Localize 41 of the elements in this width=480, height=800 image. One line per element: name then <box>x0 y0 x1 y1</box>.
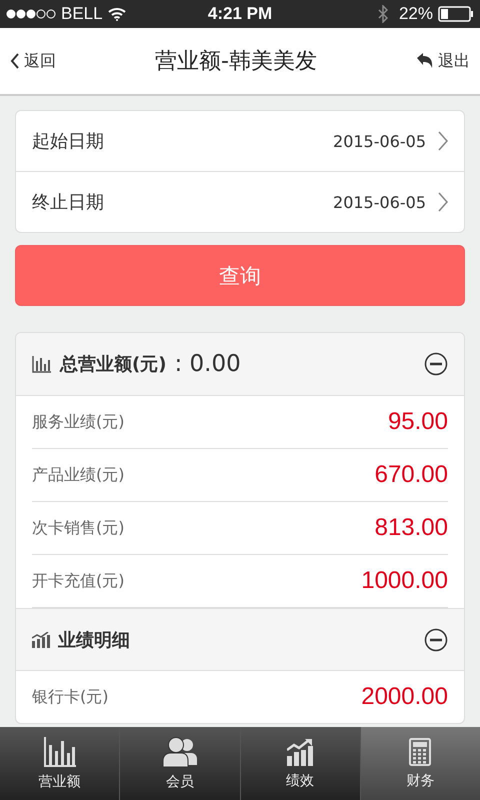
bar-chart-icon <box>32 355 52 373</box>
row-label: 产品业绩(元) <box>32 464 124 486</box>
people-icon <box>162 736 197 766</box>
battery-percent: 22% <box>398 4 433 24</box>
chevron-right-icon <box>438 192 448 212</box>
page-title: 营业额-韩美美发 <box>155 48 317 76</box>
signal-icon <box>6 9 56 19</box>
amount-value: 813.00 <box>374 514 448 542</box>
status-time: 4:21 PM <box>208 4 272 24</box>
undo-arrow-icon <box>416 53 434 69</box>
rising-bars-icon <box>287 738 314 766</box>
wifi-icon <box>108 7 126 21</box>
amount-value: 95.00 <box>388 408 448 436</box>
back-button[interactable]: 返回 <box>10 46 56 76</box>
row-label: 服务业绩(元) <box>32 412 124 432</box>
section-title: 总营业额(元) <box>60 353 166 376</box>
row-label: 开卡充值(元) <box>32 570 124 592</box>
bar-chart-icon <box>44 736 76 766</box>
date-picker-row[interactable]: 终止日期 2015-06-05 <box>16 171 464 232</box>
section-total: : 0.00 <box>174 351 241 377</box>
chevron-left-icon <box>10 52 20 70</box>
chevron-right-icon <box>438 131 448 151</box>
bluetooth-icon <box>378 5 388 23</box>
tab-bar-item[interactable]: 绩效 <box>240 727 360 800</box>
date-picker-row[interactable]: 起始日期 2015-06-05 <box>16 111 464 171</box>
calculator-icon <box>409 738 432 766</box>
amount-value: 2000.00 <box>361 683 448 711</box>
tab-bar-item[interactable]: 会员 <box>119 727 240 800</box>
section-title: 业绩明细 <box>58 628 130 652</box>
amount-value: 670.00 <box>374 461 448 489</box>
amount-value: 1000.00 <box>361 567 448 595</box>
tab-bar-item[interactable]: 财务 <box>360 727 480 800</box>
tab-bar-item[interactable]: 营业额 <box>0 727 120 800</box>
collapse-minus-icon[interactable] <box>424 352 448 376</box>
collapse-minus-icon[interactable] <box>424 628 448 652</box>
row-label: 次卡销售(元) <box>32 518 124 538</box>
rising-bars-icon <box>32 632 50 648</box>
row-label: 银行卡(元) <box>32 686 108 708</box>
battery-icon <box>438 6 474 22</box>
carrier-name: BELL <box>61 4 103 24</box>
exit-button[interactable]: 退出 <box>416 46 470 76</box>
